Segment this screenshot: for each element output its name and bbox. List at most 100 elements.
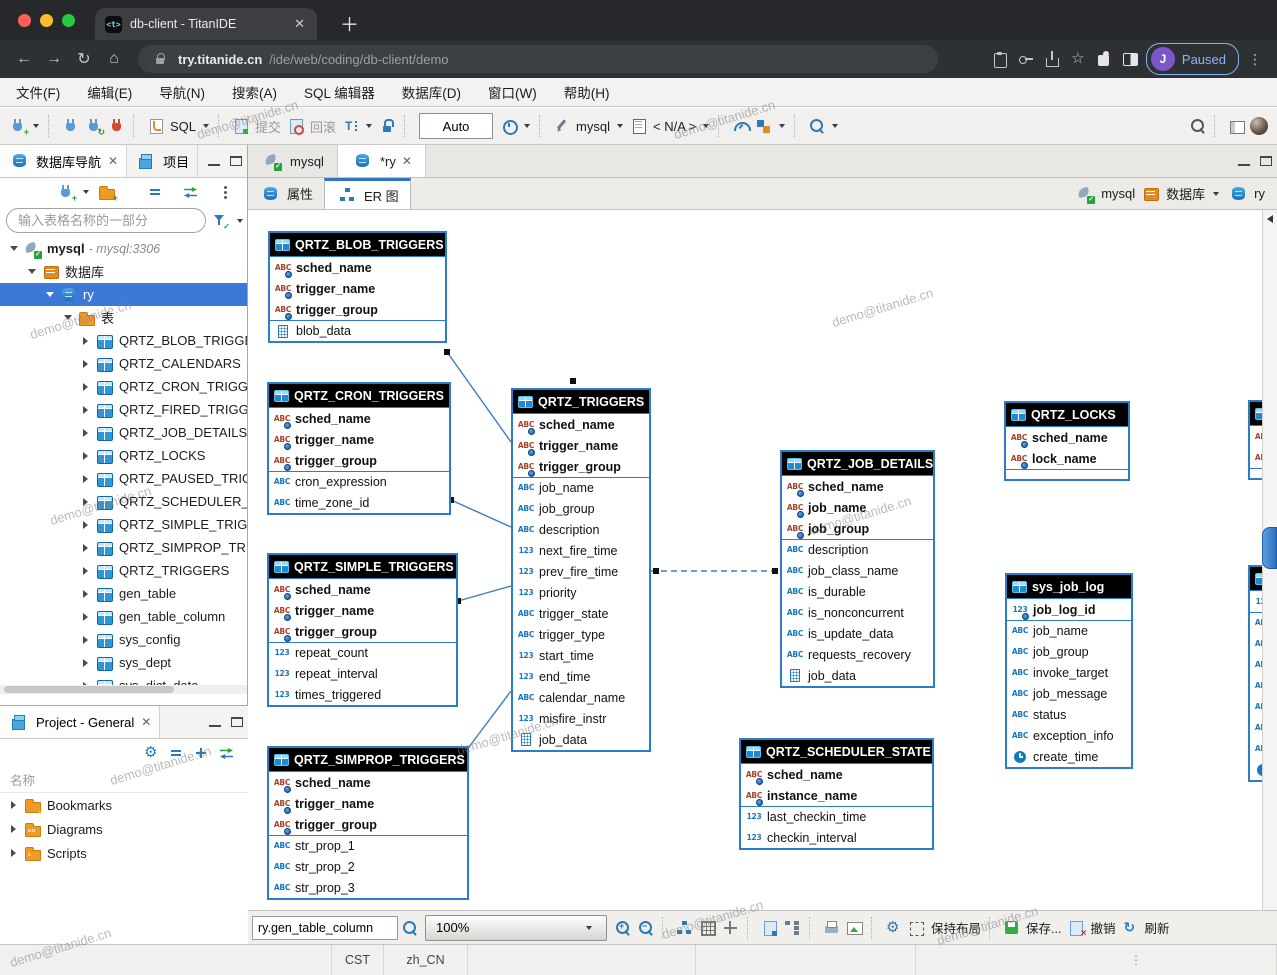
active-database-icon[interactable] — [629, 117, 648, 135]
tab-project[interactable]: 项目 — [127, 145, 198, 177]
sql-editor-caret[interactable] — [203, 124, 209, 128]
close-icon[interactable]: ✕ — [141, 715, 151, 729]
entity-column[interactable]: ABCtrigger_name — [269, 429, 449, 450]
minimize-panel-icon[interactable] — [209, 717, 221, 727]
tree-item[interactable]: QRTZ_CRON_TRIGGERS — [0, 375, 247, 398]
refresh-label[interactable]: 刷新 — [1144, 918, 1169, 937]
entity-header[interactable]: QRTZ_SIMPLE_TRIGGERS — [269, 555, 456, 579]
entity-column[interactable]: ABCtrigger_name — [513, 435, 649, 456]
entity-column[interactable]: ABCdescription — [513, 519, 649, 540]
reload-icon[interactable]: ↻ — [72, 49, 96, 69]
zoom-combo-caret[interactable] — [586, 926, 592, 930]
entity-qrtz_job_deta­ils[interactable]: QRTZ_JOB_DETA­ILSABCsched_nameABCjob_nam… — [780, 450, 935, 688]
entity-column[interactable]: ABCtime_zone_id — [269, 492, 449, 513]
minimize-window-button[interactable] — [40, 14, 53, 27]
entity-header[interactable]: sys_job_log — [1007, 575, 1131, 599]
tree-expander-icon[interactable] — [78, 613, 93, 621]
tree-item[interactable]: QRTZ_BLOB_TRIGGERS — [0, 329, 247, 352]
entity-column[interactable]: ABCtrigger_group — [270, 299, 445, 320]
tree-expander-icon[interactable] — [60, 315, 75, 320]
entity-column[interactable]: 123misfire_instr — [513, 708, 649, 729]
entity-column[interactable]: ABCtrigger_group — [269, 621, 456, 642]
auto-arrange-icon[interactable] — [783, 919, 802, 937]
project-expand-icon[interactable] — [192, 744, 211, 762]
canvas-vscrollbar[interactable] — [1262, 210, 1277, 910]
tree-hscrollbar[interactable] — [0, 685, 247, 694]
rollback-icon[interactable] — [286, 117, 305, 135]
password-key-icon[interactable] — [1016, 49, 1036, 69]
nav-new-connection-icon[interactable]: + — [56, 183, 75, 201]
entity-qrtz_locks[interactable]: QRTZ_LOCKSABCsched_nameABClock_name — [1004, 401, 1130, 481]
side-panel-icon[interactable] — [1120, 49, 1140, 69]
data-search-icon[interactable] — [807, 117, 826, 135]
entity-column[interactable]: 123repeat_count — [269, 642, 456, 663]
entity-column[interactable]: ABClock_name — [1006, 448, 1128, 469]
tx-timeout-caret[interactable] — [524, 124, 530, 128]
tree-expander-icon[interactable] — [78, 498, 93, 506]
new-tab-button[interactable]: ＋ — [340, 10, 359, 37]
menu-window[interactable]: 窗口(W) — [488, 82, 537, 102]
new-connection-icon[interactable]: + — [8, 117, 27, 135]
active-schema-label[interactable]: < N/A > — [653, 119, 696, 134]
entity-column[interactable]: ABCsched_name — [269, 579, 456, 600]
entity-column[interactable]: ABCdescription — [782, 539, 933, 560]
folder-scripts-icon[interactable]: ≡ — [23, 844, 42, 862]
save-diagram-icon[interactable] — [1002, 919, 1021, 937]
project-collapse-icon[interactable] — [167, 744, 186, 762]
tree-item[interactable]: QRTZ_SIMPROP_TRIGGERS — [0, 536, 247, 559]
toggle-grid-icon[interactable] — [698, 919, 717, 937]
auto-commit-combo[interactable]: Auto — [419, 113, 493, 139]
entity-column[interactable]: 123checkin_interval — [741, 827, 932, 848]
active-schema-caret[interactable] — [703, 124, 709, 128]
selection-icon[interactable] — [907, 919, 926, 937]
nav-new-connection-caret[interactable] — [83, 190, 89, 194]
zoom-out-icon[interactable]: − — [636, 919, 655, 937]
tree-expander-icon[interactable] — [78, 452, 93, 460]
undo-label[interactable]: 撤销 — [1090, 918, 1115, 937]
entity-column[interactable]: ABCjob_group — [513, 498, 649, 519]
minimize-panel-icon[interactable] — [208, 156, 220, 166]
tree-expander-icon[interactable] — [78, 383, 93, 391]
extensions-icon[interactable] — [1094, 49, 1114, 69]
menu-file[interactable]: 文件(F) — [16, 82, 60, 102]
table-filter-input[interactable] — [6, 208, 206, 233]
home-icon[interactable]: ⌂ — [102, 50, 126, 68]
entity-column[interactable]: ABCjob_name — [513, 477, 649, 498]
tree-expander-icon[interactable] — [78, 337, 93, 345]
folder-diagrams-icon[interactable]: oo — [23, 820, 42, 838]
entity-qrtz_simprop_triggers[interactable]: QRTZ_SIMPROP_TRIGGERSABCsched_nameABCtri… — [267, 746, 469, 900]
nav-view-menu-icon[interactable] — [216, 183, 235, 201]
entity-column[interactable]: ABCjob_name — [782, 497, 933, 518]
tree-expander-icon[interactable] — [78, 567, 93, 575]
lock-icon[interactable] — [378, 117, 397, 135]
reconnect-icon[interactable]: ↻ — [84, 117, 103, 135]
entity-column[interactable]: ABCcalendar_name — [513, 687, 649, 708]
filter-caret[interactable] — [237, 219, 243, 223]
entity-sys_job_log[interactable]: sys_job_log123job_log_idABCjob_nameABCjo… — [1005, 573, 1133, 769]
editor-subtab[interactable]: ER 图 — [324, 178, 411, 209]
tree-item[interactable]: ry — [0, 283, 247, 306]
sql-editor-label[interactable]: SQL — [170, 119, 196, 134]
entity-column[interactable]: 123last_checkin_time — [741, 806, 932, 827]
entity-column[interactable]: ABCinvoke_target — [1007, 662, 1131, 683]
minimize-editor-icon[interactable] — [1238, 156, 1250, 166]
entity-header[interactable]: QRTZ_CRON_TRIGGERS — [269, 384, 449, 408]
transaction-mode-caret[interactable] — [366, 124, 372, 128]
entity-column[interactable]: 123repeat_interval — [269, 663, 456, 684]
entity-column[interactable]: ABCis_durable — [782, 581, 933, 602]
profile-badge[interactable]: J Paused — [1146, 43, 1239, 75]
entity-column[interactable]: ABCstr_prop_2 — [269, 856, 467, 877]
entity-column[interactable]: ABCis_update_data — [782, 623, 933, 644]
entity-column[interactable]: ABCtrigger_type — [513, 624, 649, 645]
entity-column[interactable]: ABCexception_info — [1007, 725, 1131, 746]
browser-tab[interactable]: <t> db-client - TitanIDE ✕ — [95, 8, 317, 40]
entity-column[interactable]: ABCtrigger_name — [269, 793, 467, 814]
entity-column[interactable]: job_data — [782, 665, 933, 686]
entity-column[interactable]: ABCtrigger_name — [269, 600, 456, 621]
entity-column[interactable]: 123times_triggered — [269, 684, 456, 705]
undo-icon[interactable]: × — [1066, 919, 1085, 937]
entity-column[interactable]: ABCtrigger_group — [269, 814, 467, 835]
keep-layout-label[interactable]: 保持布局 — [931, 918, 981, 937]
project-item[interactable]: ★Bookmarks — [0, 793, 248, 817]
entity-column[interactable]: ABCsched_name — [1006, 427, 1128, 448]
